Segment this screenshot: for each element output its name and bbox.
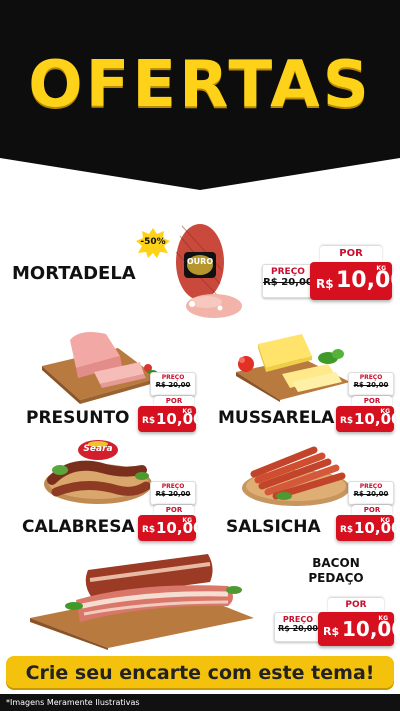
currency: R$ xyxy=(316,277,334,291)
old-price-value: R$ 20,00 xyxy=(155,490,191,498)
old-price-value: R$ 20,00 xyxy=(278,624,318,633)
product-name-bacon: BACON PEDAÇO xyxy=(296,556,376,586)
new-price-box: R$ 10,00 KG xyxy=(310,262,400,300)
mussarela-image xyxy=(232,330,352,402)
page-title: OFERTAS xyxy=(28,48,372,122)
currency: R$ xyxy=(323,625,340,638)
salsicha-image xyxy=(240,446,352,508)
old-price-label: PREÇO xyxy=(359,483,383,490)
old-price-label: PREÇO xyxy=(161,374,185,381)
unit: KG xyxy=(376,265,386,272)
old-price-value: R$ 20,00 xyxy=(353,381,389,389)
new-price-box: R$ 10,00 KG xyxy=(318,612,400,646)
new-price-value: 10,00 xyxy=(156,410,204,428)
currency: R$ xyxy=(340,416,354,426)
currency: R$ xyxy=(340,525,354,535)
new-price-box: R$ 10,00 KG xyxy=(138,515,203,541)
new-price-value: 10,00 xyxy=(156,519,204,537)
old-price-label: PREÇO xyxy=(359,374,383,381)
new-price-value: 10,00 xyxy=(336,268,400,293)
old-price-label: PREÇO xyxy=(271,267,305,277)
old-price-box: PREÇO R$ 20,00 xyxy=(150,372,196,396)
unit: KG xyxy=(380,517,390,524)
bacon-image xyxy=(28,548,256,650)
new-price-label: POR xyxy=(352,396,392,406)
disclaimer: *Imagens Meramente Ilustrativas xyxy=(0,694,400,711)
new-price-label: POR xyxy=(154,396,194,406)
new-price-value: 10,00 xyxy=(354,410,400,428)
old-price-label: PREÇO xyxy=(161,483,185,490)
old-price-label: PREÇO xyxy=(282,615,314,624)
new-price-label: POR xyxy=(352,505,392,515)
product-name-mortadela: MORTADELA xyxy=(12,263,136,284)
unit: KG xyxy=(378,615,388,622)
currency: R$ xyxy=(142,525,156,535)
unit: KG xyxy=(182,408,192,415)
product-name-salsicha: SALSICHA xyxy=(226,517,321,537)
new-price-value: 10,00 xyxy=(342,617,400,641)
new-price-box: R$ 10,00 KG xyxy=(336,406,400,432)
currency: R$ xyxy=(142,416,156,426)
old-price-box: PREÇO R$ 20,00 xyxy=(150,481,196,505)
old-price-box: PREÇO R$ 20,00 xyxy=(262,264,314,298)
product-name-bacon-line2: PEDAÇO xyxy=(308,571,364,585)
unit: KG xyxy=(182,517,192,524)
old-price-value: R$ 20,00 xyxy=(155,381,191,389)
cta-button[interactable]: Crie seu encarte com este tema! xyxy=(6,656,394,690)
new-price-label: POR xyxy=(154,505,194,515)
new-price-value: 10,00 xyxy=(354,519,400,537)
mortadela-image: OURO xyxy=(162,222,244,322)
mortadela-brand: OURO xyxy=(186,257,214,266)
product-name-bacon-line1: BACON xyxy=(312,556,360,570)
product-name-mussarela: MUSSARELA xyxy=(218,408,335,428)
unit: KG xyxy=(380,408,390,415)
old-price-box: PREÇO R$ 20,00 xyxy=(348,481,394,505)
old-price-value: R$ 20,00 xyxy=(263,277,313,288)
calabresa-brand: Seara xyxy=(83,444,113,454)
old-price-value: R$ 20,00 xyxy=(353,490,389,498)
old-price-box: PREÇO R$ 20,00 xyxy=(348,372,394,396)
new-price-label: POR xyxy=(328,598,384,612)
old-price-box: PREÇO R$ 20,00 xyxy=(274,612,322,642)
new-price-label: POR xyxy=(320,246,382,262)
new-price-box: R$ 10,00 KG xyxy=(336,515,400,541)
product-name-calabresa: CALABRESA xyxy=(22,517,135,537)
calabresa-image: Seara xyxy=(42,440,154,506)
new-price-box: R$ 10,00 KG xyxy=(138,406,203,432)
presunto-image xyxy=(40,326,160,406)
product-name-presunto: PRESUNTO xyxy=(26,408,130,428)
